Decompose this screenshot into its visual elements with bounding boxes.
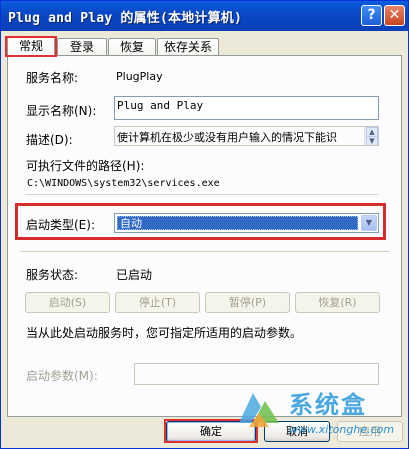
start-params-input[interactable] bbox=[134, 363, 379, 385]
start-params-hint: 当从此处启动服务时，您可指定所适用的启动参数。 bbox=[26, 326, 303, 340]
tab-logon-label: 登录 bbox=[69, 40, 94, 54]
watermark-brand: 系统盒 bbox=[289, 391, 367, 419]
watermark: 系统盒 www.xitonghe.com bbox=[233, 383, 409, 439]
service-name-label: 服务名称: bbox=[26, 71, 79, 85]
service-status-label: 服务状态: bbox=[26, 268, 79, 282]
stop-button[interactable]: 停止(T) bbox=[115, 292, 200, 313]
watermark-url: www.xitonghe.com bbox=[289, 423, 395, 436]
scroll-down-icon[interactable]: ▼ bbox=[366, 136, 378, 145]
tab-recovery[interactable]: 恢复 bbox=[108, 38, 156, 56]
start-button[interactable]: 启动(S) bbox=[25, 292, 110, 313]
startup-type-highlight-frame bbox=[15, 203, 386, 240]
exe-path-field: C:\WINDOWS\system32\services.exe bbox=[25, 177, 379, 195]
tab-general[interactable]: 常规 bbox=[5, 36, 57, 57]
help-button[interactable]: ? bbox=[361, 5, 382, 26]
description-field[interactable]: 使计算机在极少或没有用户输入的情况下能识 ▲ ▼ bbox=[114, 126, 379, 146]
description-label: 描述(D): bbox=[26, 133, 73, 147]
service-name-value: PlugPlay bbox=[116, 70, 163, 83]
description-value: 使计算机在极少或没有用户输入的情况下能识 bbox=[117, 131, 337, 144]
resume-button[interactable]: 恢复(R) bbox=[295, 292, 380, 313]
pause-button[interactable]: 暂停(P) bbox=[205, 292, 290, 313]
start-params-label: 启动参数(M): bbox=[26, 369, 98, 383]
divider bbox=[20, 251, 389, 253]
service-status-value: 已启动 bbox=[116, 268, 153, 282]
display-name-field[interactable]: Plug and Play bbox=[114, 96, 379, 120]
tab-strip: 常规 登录 恢复 依存关系 bbox=[5, 36, 402, 57]
tab-dependencies-label: 依存关系 bbox=[163, 40, 212, 54]
xitonghe-logo-icon bbox=[239, 393, 279, 427]
display-name-value: Plug and Play bbox=[117, 99, 204, 112]
window-title: Plug and Play 的属性(本地计算机) bbox=[8, 11, 243, 26]
title-bar[interactable]: Plug and Play 的属性(本地计算机) ? ✕ bbox=[1, 1, 408, 31]
exe-path-value: C:\WINDOWS\system32\services.exe bbox=[27, 178, 220, 189]
tab-general-label: 常规 bbox=[18, 39, 43, 53]
tab-recovery-label: 恢复 bbox=[119, 40, 144, 54]
tab-logon[interactable]: 登录 bbox=[57, 38, 107, 56]
properties-dialog: Plug and Play 的属性(本地计算机) ? ✕ 常规 登录 恢复 依存… bbox=[0, 0, 409, 449]
general-panel: 服务名称: PlugPlay 显示名称(N): Plug and Play 描述… bbox=[7, 55, 402, 417]
tab-dependencies[interactable]: 依存关系 bbox=[157, 38, 219, 56]
description-scrollbar[interactable]: ▲ ▼ bbox=[364, 127, 378, 145]
display-name-label: 显示名称(N): bbox=[26, 104, 97, 118]
close-button[interactable]: ✕ bbox=[384, 5, 405, 26]
exe-path-label: 可执行文件的路径(H): bbox=[26, 159, 145, 173]
